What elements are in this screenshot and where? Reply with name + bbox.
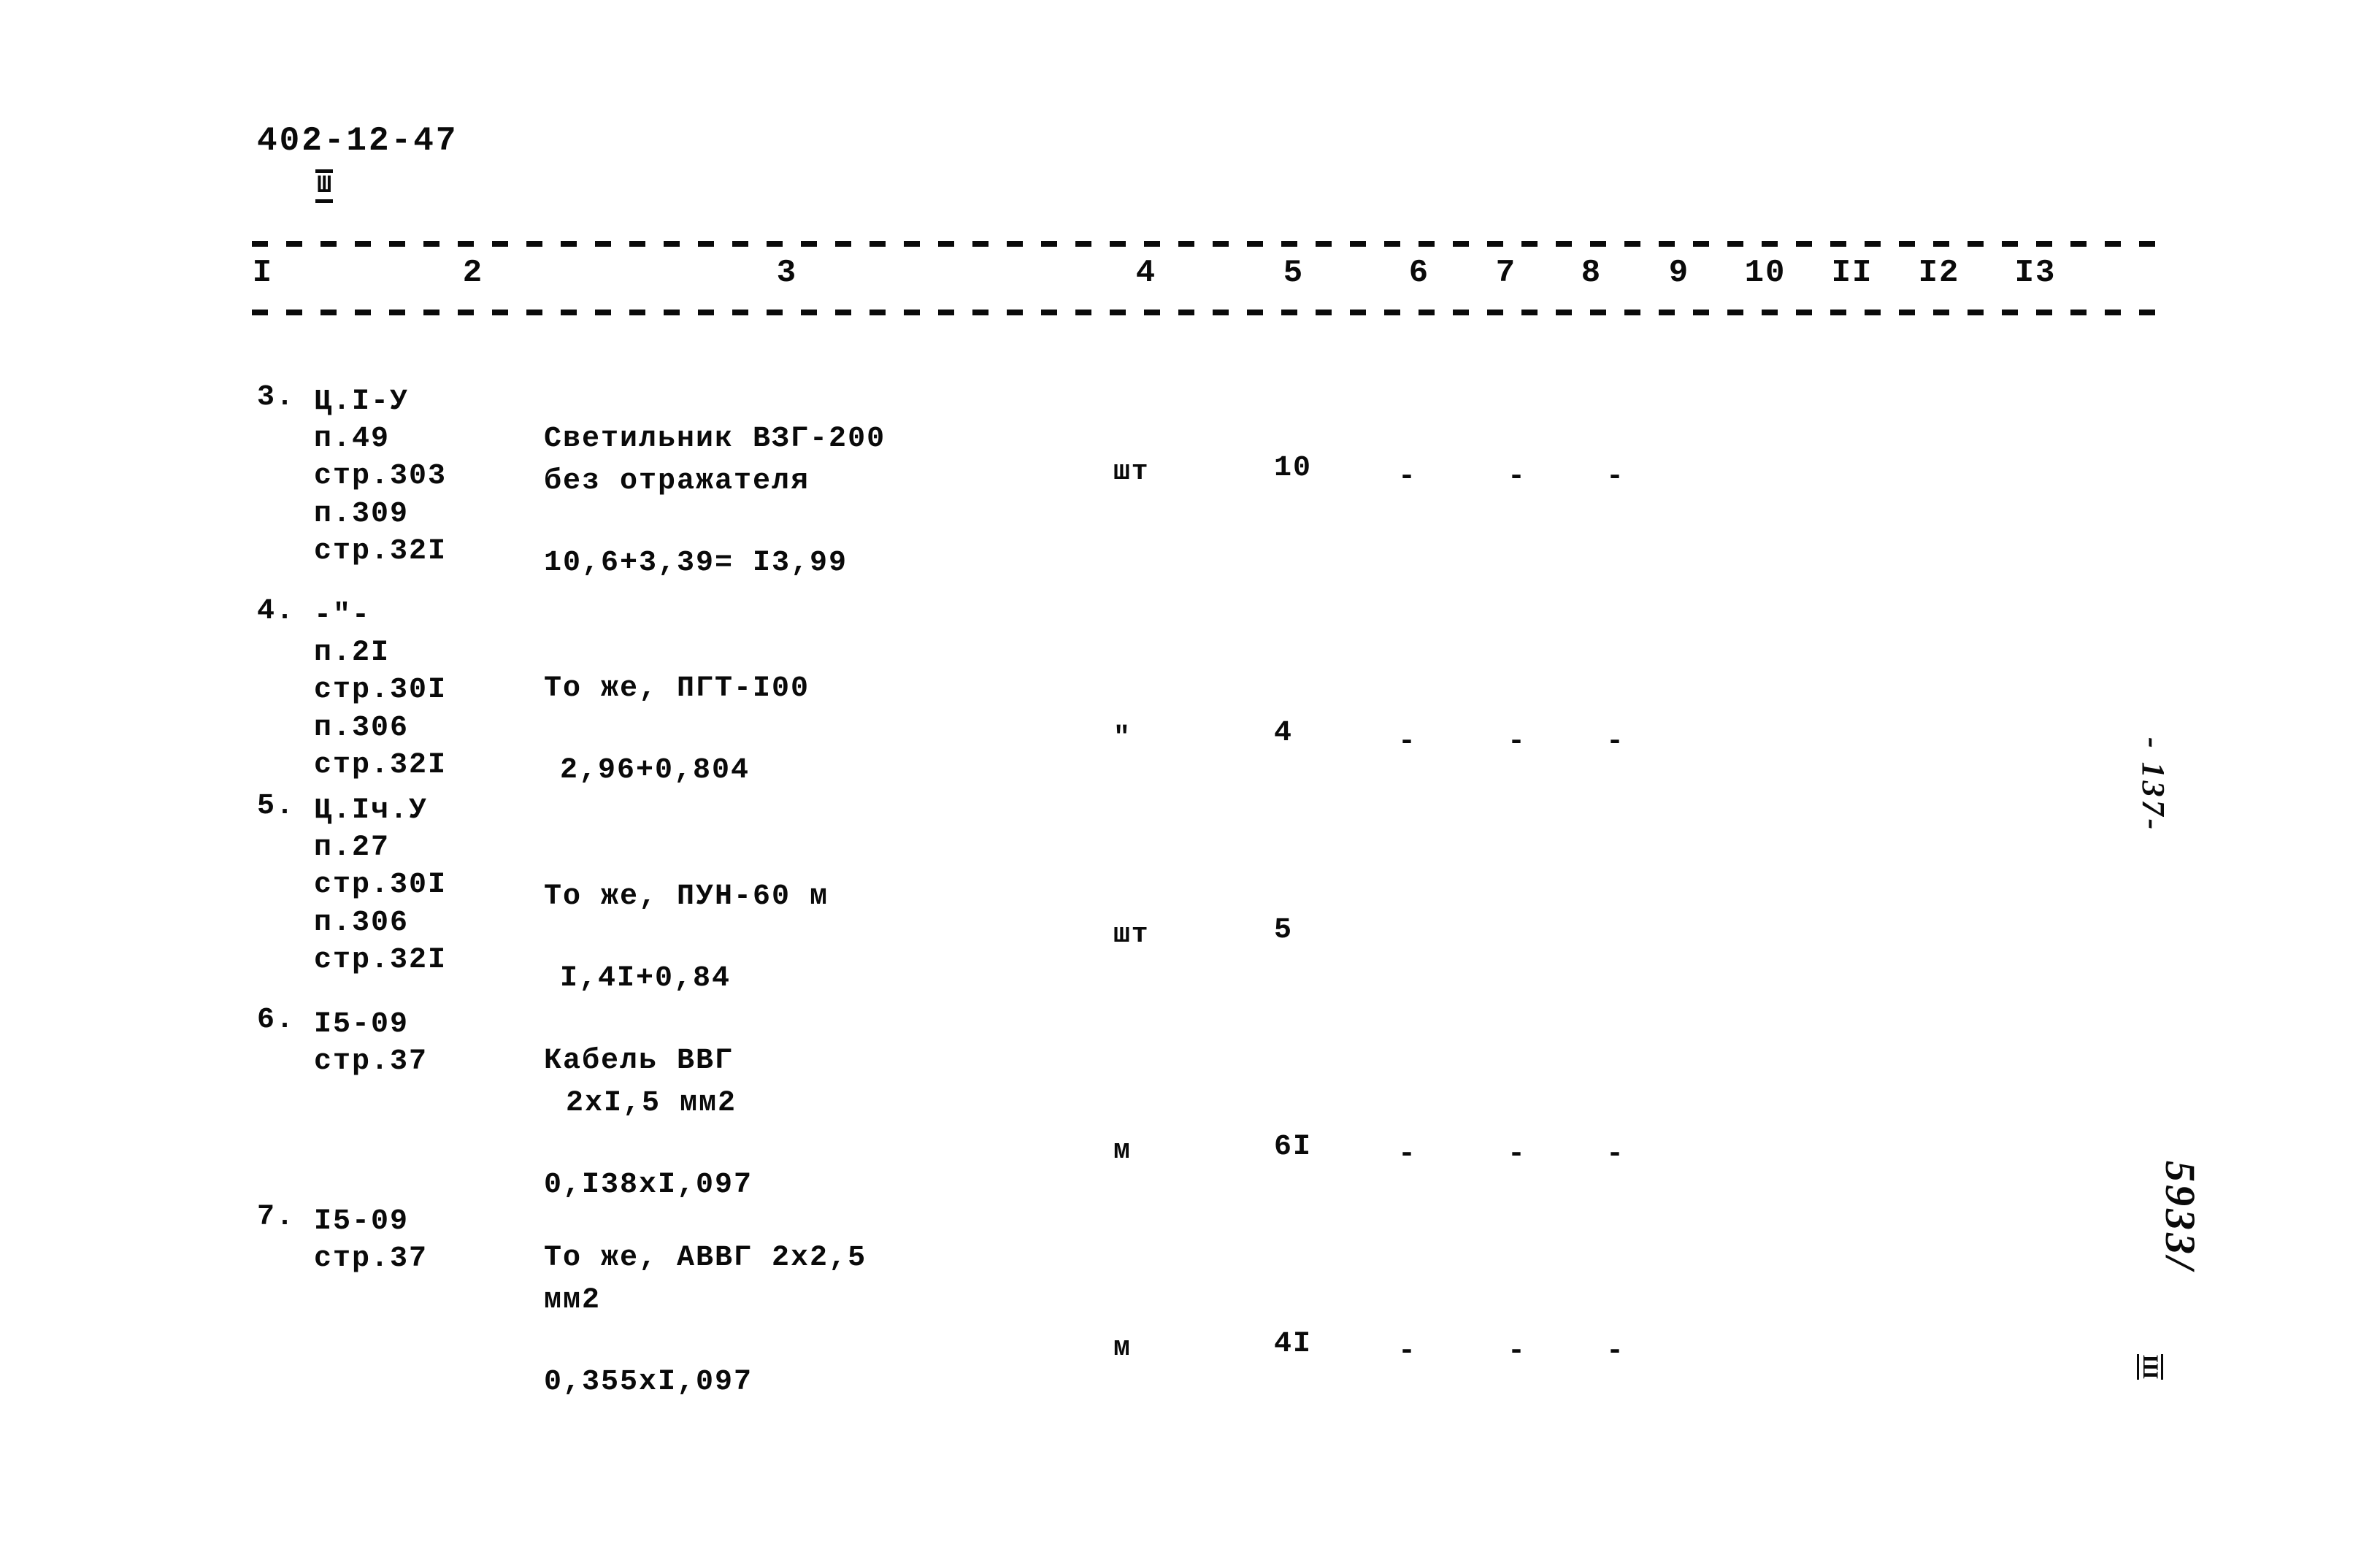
row-quantity: 10 [1274,452,1313,485]
row-unit: " [1113,722,1132,753]
row-description-line: 0,355хI,097 [544,1366,753,1399]
column-header-8: 8 [1581,255,1602,291]
row-reference-block: Ц.I-У п.49 стр.303 п.309 стр.32I [314,385,448,568]
row-quantity: 4I [1274,1328,1313,1361]
row-description-line: То же, ПУН-60 м [544,880,829,913]
row-item-number: 3. [257,381,296,414]
row-description-line: Светильник ВЗГ-200 [544,423,886,456]
row-quantity: 4 [1274,717,1294,750]
row-reference-block: Ц.Iч.У п.27 стр.30I п.306 стр.32I [314,794,448,977]
row-description-line: I,4I+0,84 [560,962,732,995]
row-description-line: Кабель ВВГ [544,1045,734,1077]
row-empty-dash: - [1606,1138,1624,1171]
row-reference-block: I5-09 стр.37 [314,1008,429,1079]
row-unit: шт [1113,456,1150,488]
archive-subnumber-note: Ш [2137,1354,2163,1380]
row-empty-dash: - [1398,1138,1416,1171]
row-description-line: То же, АВВГ 2х2,5 [544,1242,867,1275]
row-description-line: 10,6+3,39= I3,99 [544,547,848,580]
row-unit: м [1113,1332,1132,1364]
row-unit: шт [1113,919,1150,950]
column-header-10: 10 [1744,255,1786,291]
column-header-7: 7 [1495,255,1517,291]
column-header-3: 3 [776,255,798,291]
row-item-number: 7. [257,1201,296,1234]
row-empty-dash: - [1508,1138,1526,1171]
column-header-11: II [1831,255,1873,291]
row-description-line: 0,I38хI,097 [544,1169,753,1202]
table-rule-top [252,241,2172,247]
row-description-line: 2хI,5 мм2 [566,1087,737,1120]
column-header-2: 2 [462,255,484,291]
row-empty-dash: - [1398,1335,1416,1368]
column-header-4: 4 [1135,255,1157,291]
row-reference-block: I5-09 стр.37 [314,1205,429,1276]
row-reference-block: -"- п.2I стр.30I п.306 стр.32I [314,599,448,782]
row-empty-dash: - [1606,1335,1624,1368]
row-item-number: 4. [257,595,296,628]
row-empty-dash: - [1508,461,1526,493]
table-rule-bottom [252,310,2172,315]
row-empty-dash: - [1398,726,1416,758]
row-empty-dash: - [1508,726,1526,758]
row-description-line: 2,96+0,804 [560,754,751,787]
row-empty-dash: - [1508,1335,1526,1368]
page-folio-note: - 137- [2135,737,2171,833]
row-description-line: мм2 [544,1284,602,1317]
row-empty-dash: - [1398,461,1416,493]
column-header-5: 5 [1283,255,1305,291]
row-quantity: 5 [1274,914,1294,947]
row-empty-dash: - [1606,461,1624,493]
row-description-line: То же, ПГТ-I00 [544,672,810,705]
column-header-6: 6 [1408,255,1430,291]
row-unit: м [1113,1135,1132,1167]
volume-mark: Ш [315,169,334,204]
row-description-line: без отражателя [544,465,810,498]
column-header-12: I2 [1918,255,1960,291]
row-empty-dash: - [1606,726,1624,758]
row-item-number: 6. [257,1004,296,1037]
document-code: 402-12-47 [257,122,458,160]
row-quantity: 6I [1274,1131,1313,1164]
scanned-document-page: 402-12-47 Ш I 2 3 4 5 6 7 8 9 10 II I2 I3 3. Ц.I-У п.… [0,0,2380,1560]
column-header-1: I [252,255,274,291]
archive-number-note: 5933/ [2157,1161,2204,1272]
column-header-9: 9 [1668,255,1690,291]
column-header-13: I3 [2014,255,2057,291]
row-item-number: 5. [257,790,296,823]
